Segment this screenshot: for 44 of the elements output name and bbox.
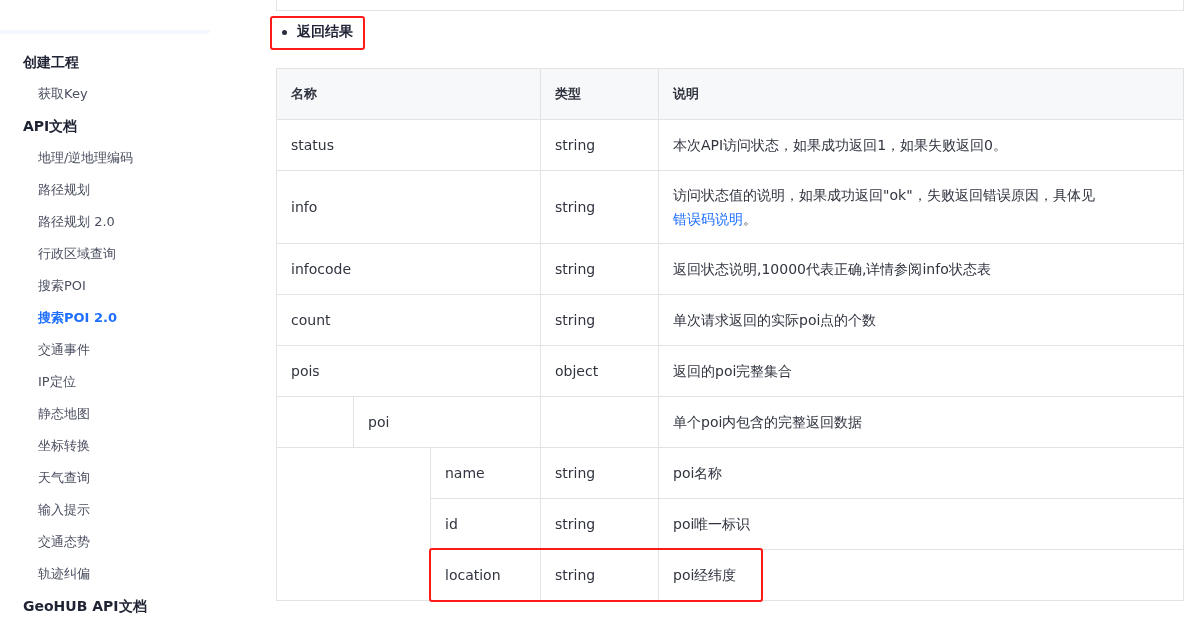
sidebar-item[interactable]: 坐标转换 xyxy=(0,430,210,462)
error-code-link[interactable]: 错误码说明 xyxy=(673,211,743,227)
type-cell: string xyxy=(540,119,659,171)
sidebar-item[interactable]: 天气查询 xyxy=(0,462,210,494)
sidebar-item[interactable]: 轨迹纠偏 xyxy=(0,558,210,590)
name-cell: info xyxy=(276,170,541,244)
sidebar-item[interactable]: 交通态势 xyxy=(0,526,210,558)
heading-text: 返回结果 xyxy=(297,23,353,41)
description-cell: 单次请求返回的实际poi点的个数 xyxy=(658,294,1184,346)
description-cell: poi名称 xyxy=(658,447,1184,499)
name-cell: name xyxy=(430,447,541,499)
description-cell: 返回的poi完整集合 xyxy=(658,345,1184,397)
sidebar-item[interactable]: 搜索POI xyxy=(0,270,210,302)
sidebar-item[interactable]: 行政区域查询 xyxy=(0,238,210,270)
type-cell: object xyxy=(540,345,659,397)
sidebar-section-title[interactable]: API文档 xyxy=(0,110,210,142)
description-cell: 返回状态说明,10000代表正确,详情参阅info状态表 xyxy=(658,243,1184,295)
description-cell: 本次API访问状态，如果成功返回1，如果失败返回0。 xyxy=(658,119,1184,171)
name-cell: infocode xyxy=(276,243,541,295)
sidebar-section-title[interactable]: GeoHUB API文档 xyxy=(0,590,210,622)
sidebar-item[interactable]: 地理/逆地理编码 xyxy=(0,142,210,174)
column-header: 说明 xyxy=(658,68,1184,120)
name-cell: count xyxy=(276,294,541,346)
sidebar-item[interactable]: IP定位 xyxy=(0,366,210,398)
type-cell: string xyxy=(540,170,659,244)
sidebar-item[interactable]: 路径规划 xyxy=(0,174,210,206)
sidebar-section-title[interactable]: 创建工程 xyxy=(0,46,210,78)
name-cell: status xyxy=(276,119,541,171)
description-cell: 单个poi内包含的完整返回数据 xyxy=(658,396,1184,448)
sidebar-item[interactable]: 获取Key xyxy=(0,78,210,110)
bullet-icon xyxy=(282,29,287,35)
sidebar-item[interactable]: 静态地图 xyxy=(0,398,210,430)
description-cell: 访问状态值的说明，如果成功返回"ok"，失败返回错误原因，具体见 错误码说明。 xyxy=(658,170,1184,244)
name-cell: poi xyxy=(353,396,541,448)
sidebar-item[interactable]: 搜索POI 2.0 xyxy=(0,302,210,334)
sidebar-item[interactable]: 路径规划 2.0 xyxy=(0,206,210,238)
name-cell: pois xyxy=(276,345,541,397)
type-cell: string xyxy=(540,447,659,499)
sidebar-item[interactable]: 输入提示 xyxy=(0,494,210,526)
column-header: 名称 xyxy=(276,68,541,120)
sidebar-item[interactable]: 交通事件 xyxy=(0,334,210,366)
type-cell: string xyxy=(540,294,659,346)
column-header: 类型 xyxy=(540,68,659,120)
type-cell: string xyxy=(540,243,659,295)
